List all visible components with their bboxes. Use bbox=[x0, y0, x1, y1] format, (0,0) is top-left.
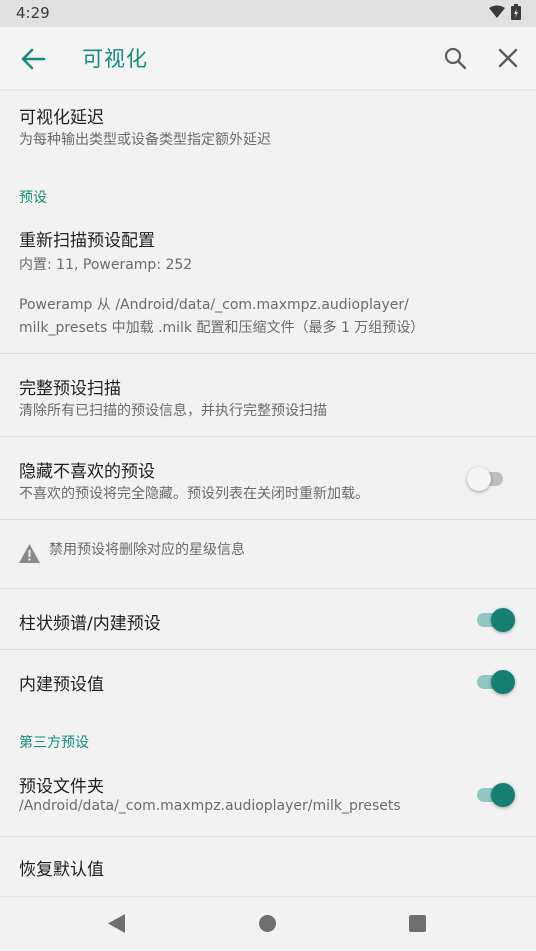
setting-full-preset-scan[interactable]: 完整预设扫描 清除所有已扫描的预设信息，并执行完整预设扫描 bbox=[0, 354, 536, 436]
hide-disliked-toggle[interactable] bbox=[467, 465, 507, 491]
setting-title: 隐藏不喜欢的预设 bbox=[19, 462, 155, 482]
system-nav-bar bbox=[0, 896, 536, 951]
status-bar: 4:29 bbox=[0, 0, 536, 27]
preset-folder-toggle[interactable] bbox=[475, 781, 515, 807]
setting-restore-defaults[interactable]: 恢复默认值 bbox=[0, 837, 536, 896]
nav-back-icon[interactable] bbox=[108, 914, 126, 933]
nav-home-icon[interactable] bbox=[259, 915, 276, 932]
toggle-thumb bbox=[467, 467, 491, 491]
warning-note: 禁用预设将删除对应的星级信息 bbox=[0, 520, 536, 588]
status-icons bbox=[489, 4, 521, 20]
close-icon[interactable] bbox=[497, 47, 519, 69]
toggle-thumb bbox=[491, 783, 515, 807]
wifi-icon bbox=[489, 5, 505, 18]
setting-summary: 为每种输出类型或设备类型指定额外延迟 bbox=[19, 132, 271, 148]
setting-visualization-delay[interactable]: 可视化延迟 为每种输出类型或设备类型指定额外延迟 bbox=[0, 90, 536, 176]
setting-bar-spectrum[interactable]: 柱状频谱/内建预设 bbox=[0, 589, 536, 649]
toggle-thumb bbox=[491, 670, 515, 694]
setting-title: 内建预设值 bbox=[19, 675, 104, 695]
section-header-presets: 预设 bbox=[19, 190, 47, 206]
battery-icon bbox=[511, 4, 521, 20]
toggle-thumb bbox=[491, 608, 515, 632]
app-toolbar: 可视化 bbox=[0, 27, 536, 90]
setting-summary: 不喜欢的预设将完全隐藏。预设列表在关闭时重新加载。 bbox=[19, 486, 369, 502]
setting-description-line2: milk_presets 中加载 .milk 配置和压缩文件（最多 1 万组预设… bbox=[19, 320, 425, 336]
setting-title: 完整预设扫描 bbox=[19, 379, 121, 399]
section-header-third-party: 第三方预设 bbox=[19, 735, 89, 751]
setting-preset-folder[interactable]: 预设文件夹 /Android/data/_com.maxmpz.audiopla… bbox=[0, 760, 536, 836]
nav-recents-icon[interactable] bbox=[409, 915, 426, 932]
setting-summary: 清除所有已扫描的预设信息，并执行完整预设扫描 bbox=[19, 403, 327, 419]
setting-title: 恢复默认值 bbox=[19, 860, 104, 880]
setting-description-line1: Poweramp 从 /Android/data/_com.maxmpz.aud… bbox=[19, 297, 409, 313]
warning-icon bbox=[19, 544, 40, 563]
status-time: 4:29 bbox=[16, 4, 50, 22]
builtin-values-toggle[interactable] bbox=[475, 668, 515, 694]
setting-title: 重新扫描预设配置 bbox=[19, 231, 155, 251]
settings-list: 可视化延迟 为每种输出类型或设备类型指定额外延迟 预设 重新扫描预设配置 内置:… bbox=[0, 90, 536, 896]
page-title: 可视化 bbox=[82, 47, 148, 71]
search-icon[interactable] bbox=[443, 46, 467, 70]
setting-summary: 内置: 11, Poweramp: 252 bbox=[19, 257, 193, 273]
warning-text: 禁用预设将删除对应的星级信息 bbox=[49, 542, 245, 558]
setting-summary: /Android/data/_com.maxmpz.audioplayer/mi… bbox=[19, 798, 401, 814]
setting-title: 柱状频谱/内建预设 bbox=[19, 614, 161, 634]
setting-title: 预设文件夹 bbox=[19, 777, 104, 797]
bar-spectrum-toggle[interactable] bbox=[475, 606, 515, 632]
setting-hide-disliked[interactable]: 隐藏不喜欢的预设 不喜欢的预设将完全隐藏。预设列表在关闭时重新加载。 bbox=[0, 437, 536, 519]
setting-rescan-presets[interactable]: 重新扫描预设配置 内置: 11, Poweramp: 252 Poweramp … bbox=[0, 214, 536, 353]
back-arrow-icon[interactable] bbox=[20, 46, 46, 72]
setting-builtin-values[interactable]: 内建预设值 bbox=[0, 650, 536, 710]
setting-title: 可视化延迟 bbox=[19, 108, 104, 128]
